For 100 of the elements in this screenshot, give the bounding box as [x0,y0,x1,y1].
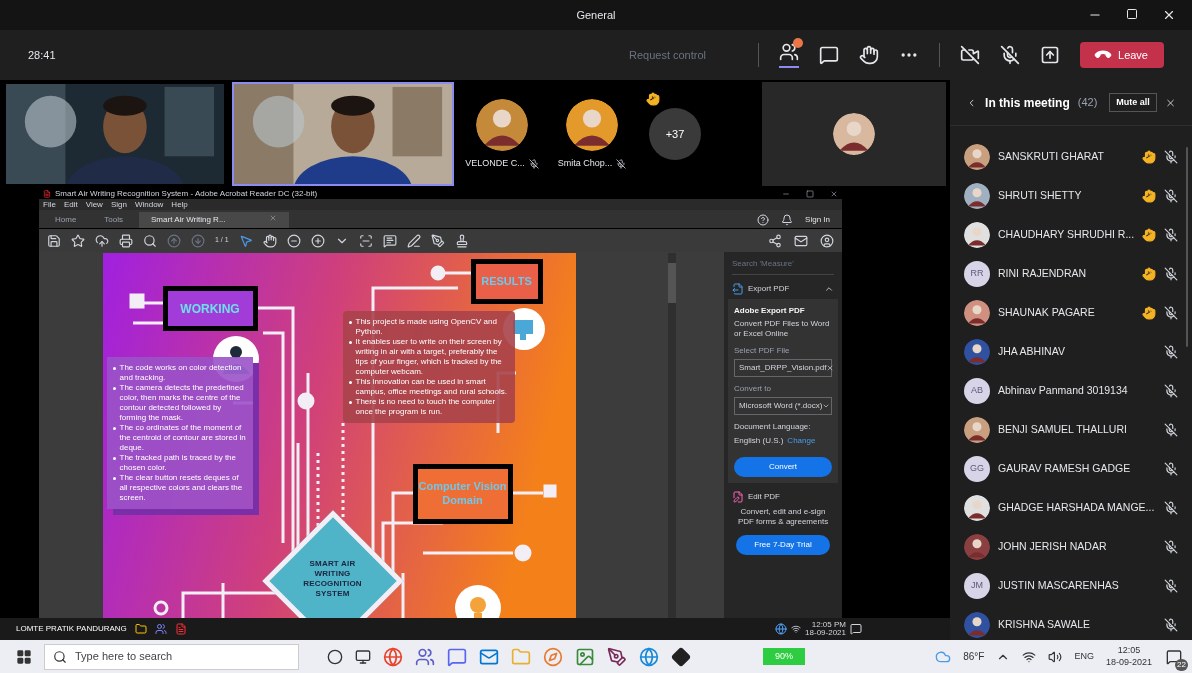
overflow-badge[interactable]: +37 [649,108,701,160]
tray-date: 18-09-2021 [805,629,846,637]
task-view-icon[interactable] [355,648,371,665]
circle-icon[interactable] [327,648,343,665]
diamond-icon[interactable] [671,646,691,667]
sign-in-link[interactable]: Sign In [805,213,830,226]
browser-icon[interactable] [639,646,659,667]
menu-item[interactable]: Window [134,200,164,209]
wifi-icon[interactable] [1022,649,1037,664]
browser-icon[interactable] [383,646,403,667]
pen-icon[interactable] [607,646,627,667]
pane-heading[interactable]: Edit PDF [748,491,780,503]
search-field[interactable]: Type here to search [44,643,299,670]
account-icon[interactable] [820,233,834,248]
bullet-icon [348,381,352,384]
tab[interactable]: Tools [92,212,136,228]
bullet-text: The clear button resets deques of all respective colors and clears the screen. [119,473,244,503]
bullet-text: There is no need to touch the computer once the program is run. [355,397,497,417]
avatar-initials: AB [964,377,990,404]
mic-off-icon [1164,305,1179,320]
upload-icon[interactable] [95,233,109,248]
mic-off-icon[interactable] [1000,45,1020,65]
clear-icon[interactable] [826,364,835,372]
bullet-text: The code works on color detection and tracking. [119,363,243,383]
participant-row[interactable]: GG GAURAV RAMESH GADGE [964,449,1187,488]
promo-text: Convert, edit and e-sign PDF forms & agreements [736,507,830,527]
menu-item[interactable]: Edit [63,200,78,209]
menu-item[interactable]: View [85,200,103,209]
pen-icon[interactable] [406,233,421,248]
format-dropdown[interactable]: Microsoft Word (*.docx) [734,397,832,415]
participant-name: RINI RAJENDRAN [998,265,1087,281]
participant-row[interactable]: BENJI SAMUEL THALLURI [964,410,1187,449]
mute-all-button[interactable]: Mute all [1109,92,1157,113]
help-icon[interactable] [757,213,770,226]
zoom-in-icon[interactable] [310,233,325,248]
raise-hand-icon[interactable] [859,45,879,65]
participant-row[interactable]: JHA ABHINAV [964,332,1187,371]
change-link[interactable]: Change [787,435,816,447]
menu-item[interactable]: Sign [110,200,127,209]
printer-icon[interactable] [119,233,133,248]
save-icon[interactable] [47,233,61,248]
bullet-icon [112,367,116,370]
folder-icon [134,623,147,635]
participant-name: GAURAV RAMESH GADGE [998,460,1131,476]
volume-icon[interactable] [1048,649,1063,664]
tab[interactable]: Smart Air Writing R... [139,212,290,228]
mic-off-icon [1164,617,1179,632]
pdf-icon [43,189,51,198]
menu-item[interactable]: File [43,200,56,209]
card-title: Adobe Export PDF [734,305,806,317]
chat-icon[interactable] [819,45,839,65]
sign-icon[interactable] [430,233,445,248]
participant-row[interactable]: RR RINI RAJENDRAN [964,254,1187,293]
stamp-icon[interactable] [454,233,469,248]
trial-button[interactable]: Free 7-Day Trial [736,535,830,555]
participant-row[interactable]: SANSKRUTI GHARAT [964,137,1187,176]
pointer-icon[interactable] [238,233,253,248]
pane-heading[interactable]: Export PDF [748,283,790,295]
collapse-icon[interactable] [824,284,834,294]
export-icon [732,283,744,295]
field-label: Select PDF File [734,345,791,357]
participant-row[interactable]: JOHN JERISH NADAR [964,527,1187,566]
search-icon[interactable] [143,233,157,248]
tab[interactable]: Home [43,212,89,228]
clock-date: 18-09-2021 [1105,656,1152,668]
participant-row[interactable]: GHADGE HARSHADA MANGE... [964,488,1187,527]
mail-icon[interactable] [794,233,808,248]
participant-row[interactable]: AB Abhinav Panmand 3019134 [964,371,1187,410]
convert-button[interactable]: Convert [734,457,832,477]
wifi-icon [791,624,802,634]
participant-row[interactable]: JM JUSTIN MASCARENHAS [964,566,1187,605]
bullet-icon [112,427,116,430]
participant-name: VELONDE C... [465,157,525,171]
image-icon[interactable] [575,646,595,667]
leave-button[interactable]: Leave [1080,42,1164,68]
participant-row[interactable]: KRISHNA SAWALE [964,605,1187,644]
bullet-icon [112,457,116,460]
close-icon[interactable] [1162,8,1176,22]
chat-app-icon[interactable] [447,646,467,667]
language-indicator[interactable]: ENG [1074,649,1094,664]
bullet-icon [348,341,352,344]
window-title: General [576,7,616,23]
file-field[interactable]: Smart_DRPP_Vision.pdf [734,359,832,377]
comment-icon[interactable] [382,233,397,248]
scan-icon[interactable] [358,233,373,248]
participant-row[interactable]: SHAUNAK PAGARE [964,293,1187,332]
star-icon[interactable] [71,233,85,248]
share-screen-icon[interactable] [1040,45,1060,65]
menu-item[interactable]: Help [171,200,188,209]
camera-off-icon[interactable] [960,45,980,65]
bell-icon[interactable] [781,213,794,226]
avatar [964,143,990,170]
bullet-text: This innovation can be used in smart campus, office meetings and rural schools. [355,377,508,397]
start-icon[interactable] [16,648,32,665]
zoom-out-icon[interactable] [286,233,301,248]
panel-title: In this meeting [985,94,1070,112]
share-icon[interactable] [768,233,782,248]
participant-row[interactable]: SHRUTI SHETTY [964,176,1187,215]
participant-row[interactable]: CHAUDHARY SHRUDHI R... [964,215,1187,254]
hand-icon[interactable] [262,233,277,248]
